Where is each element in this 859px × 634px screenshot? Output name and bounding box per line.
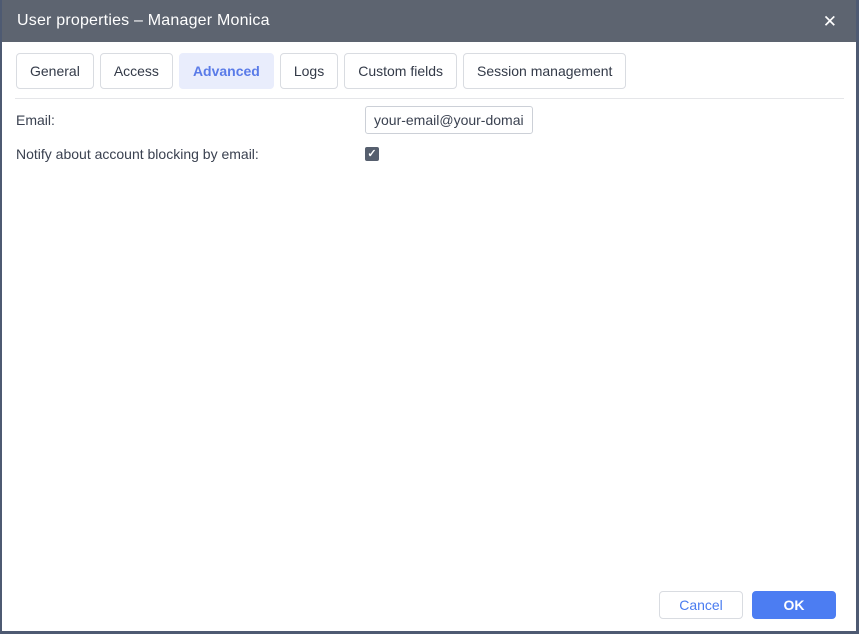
ok-button[interactable]: OK [752, 591, 836, 619]
close-icon: ✕ [823, 12, 837, 31]
notify-checkbox[interactable]: ✓ [365, 147, 379, 161]
tab-bar: General Access Advanced Logs Custom fiel… [2, 42, 856, 89]
tab-access[interactable]: Access [100, 53, 173, 89]
email-input[interactable] [365, 106, 533, 134]
user-properties-dialog: User properties – Manager Monica ✕ Gener… [0, 0, 859, 634]
email-label: Email: [16, 112, 365, 128]
cancel-button[interactable]: Cancel [659, 591, 743, 619]
tab-logs[interactable]: Logs [280, 53, 338, 89]
close-button[interactable]: ✕ [819, 11, 841, 32]
advanced-tab-panel: Email: Notify about account blocking by … [2, 99, 856, 168]
notify-label: Notify about account blocking by email: [16, 146, 365, 162]
checkmark-icon: ✓ [367, 149, 376, 160]
tab-advanced[interactable]: Advanced [179, 53, 274, 89]
dialog-footer: Cancel OK [659, 591, 836, 619]
tab-general[interactable]: General [16, 53, 94, 89]
tab-session-management[interactable]: Session management [463, 53, 626, 89]
dialog-title: User properties – Manager Monica [17, 12, 270, 30]
email-row: Email: [16, 106, 842, 134]
notify-row: Notify about account blocking by email: … [16, 140, 842, 168]
dialog-titlebar[interactable]: User properties – Manager Monica ✕ [0, 0, 859, 42]
tab-custom-fields[interactable]: Custom fields [344, 53, 457, 89]
